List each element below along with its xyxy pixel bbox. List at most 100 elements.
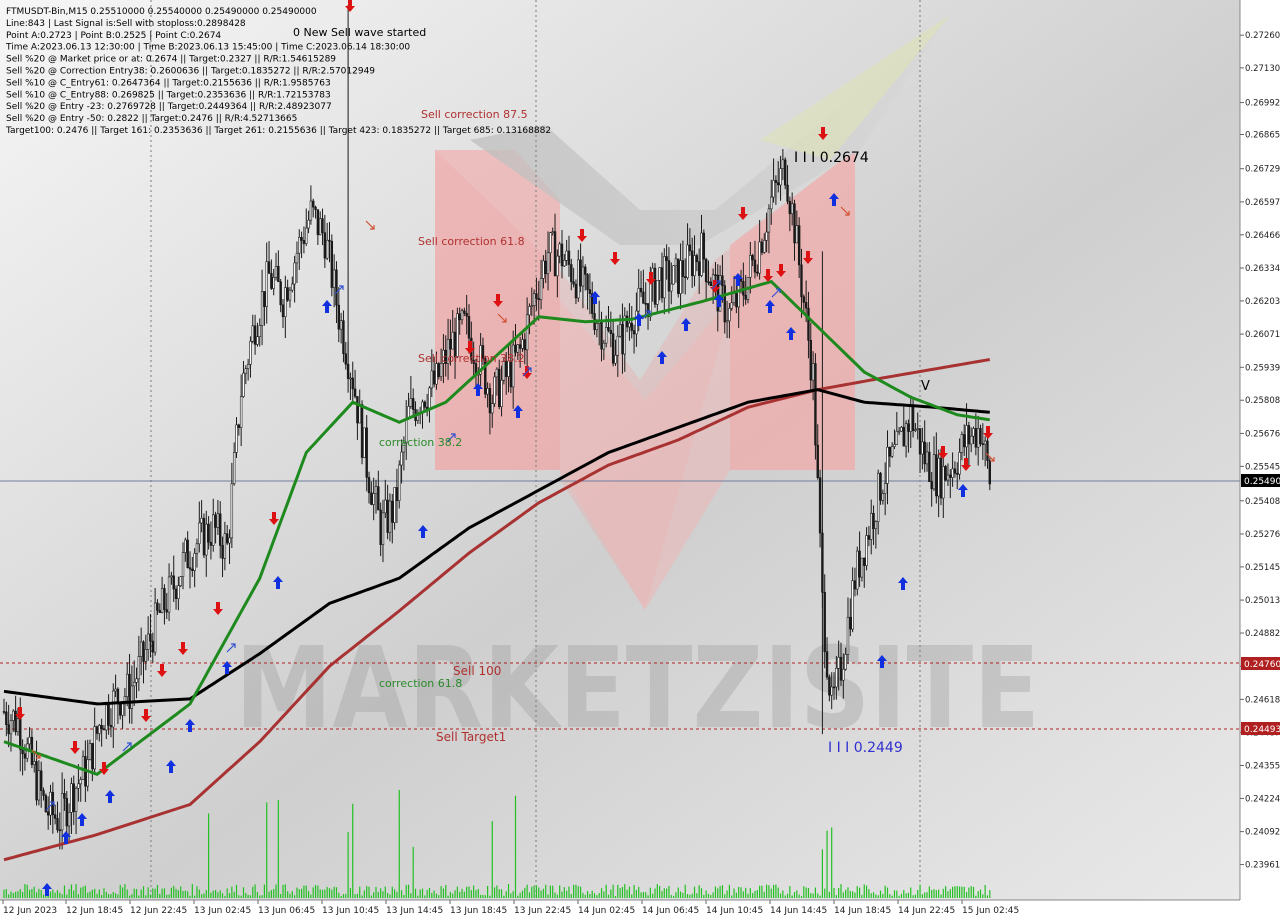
volume-bar — [324, 889, 326, 898]
volume-bar — [38, 888, 40, 898]
candle-body — [983, 440, 987, 445]
candle-body — [535, 293, 538, 299]
candle-body — [207, 523, 210, 543]
volume-bar — [477, 888, 479, 898]
candle-body — [86, 759, 89, 787]
volume-bar — [284, 884, 286, 898]
candle-body — [249, 340, 252, 365]
volume-bar — [173, 885, 175, 898]
volume-bar — [8, 894, 10, 898]
volume-bar — [298, 889, 300, 898]
candle-body — [139, 641, 143, 657]
candle-body — [656, 279, 659, 305]
volume-bar — [103, 888, 105, 898]
point-v-label: V — [921, 379, 930, 394]
candle-body — [337, 304, 340, 330]
volume-bar — [349, 888, 352, 898]
volume-bar — [940, 894, 942, 898]
time-tick-label: 15 Jun 02:45 — [962, 906, 1019, 916]
volume-bar — [459, 891, 461, 898]
volume-bar — [519, 892, 521, 898]
volume-bar — [359, 886, 361, 898]
candle-body — [672, 265, 675, 285]
volume-bar — [726, 890, 728, 898]
volume-bar — [461, 888, 463, 898]
volume-bar — [419, 889, 421, 898]
volume-bar — [119, 884, 121, 898]
candle-body — [916, 428, 919, 430]
volume-bar — [798, 894, 800, 898]
price-tick-label: 0.26865 — [1245, 130, 1280, 140]
candle-body — [830, 686, 833, 696]
volume-bar — [133, 888, 135, 898]
candle-body — [679, 260, 682, 294]
volume-bar — [366, 886, 368, 898]
sell-target1-label: Sell Target1 — [436, 730, 506, 744]
volume-bar — [631, 894, 633, 898]
volume-bar — [147, 887, 149, 898]
volume-bar — [449, 891, 451, 898]
candle-body — [174, 588, 178, 599]
candle-body — [732, 293, 736, 304]
volume-bar — [305, 885, 307, 898]
candle-body — [323, 232, 327, 259]
volume-bar — [817, 893, 819, 898]
candle-body — [130, 685, 134, 709]
info-line: Point A:0.2723 | Point B:0.2525 | Point … — [6, 31, 221, 41]
volume-bar — [842, 892, 844, 898]
price-chart[interactable]: MARKETZISITE 0 New Sell wave started Sel… — [0, 0, 1280, 920]
candle-body — [467, 315, 471, 339]
volume-bar — [619, 888, 621, 898]
candle-body — [144, 649, 148, 662]
volume-bar — [380, 888, 382, 898]
volume-bar — [182, 890, 184, 898]
volume-bar — [766, 884, 768, 898]
candle-body — [33, 761, 36, 765]
candle-body — [856, 550, 859, 590]
volume-bar — [382, 891, 384, 898]
volume-bar — [54, 892, 56, 898]
volume-bar — [935, 890, 937, 898]
volume-bar — [403, 895, 405, 898]
volume-bar — [514, 795, 517, 898]
candle-body — [625, 315, 629, 328]
candle-body — [609, 330, 613, 334]
candle-body — [681, 260, 685, 277]
volume-bar — [793, 892, 796, 898]
volume-bar — [326, 886, 328, 898]
candle-body — [146, 633, 150, 650]
volume-bar — [882, 893, 884, 898]
volume-bar — [263, 884, 265, 898]
volume-bar — [277, 799, 279, 898]
candle-body — [2, 711, 6, 713]
volume-bar — [654, 888, 656, 898]
volume-bar — [238, 895, 240, 898]
candle-body — [879, 472, 882, 501]
candle-body — [181, 552, 185, 577]
candle-body — [353, 388, 357, 397]
candle-body — [495, 368, 499, 378]
volume-bar — [3, 889, 5, 898]
volume-bar — [145, 895, 147, 898]
volume-bar — [335, 887, 338, 898]
volume-bar — [394, 889, 396, 898]
volume-bar — [280, 894, 282, 898]
volume-bar — [152, 888, 154, 898]
price-tick-label: 0.26597 — [1245, 198, 1280, 208]
candle-body — [930, 481, 933, 490]
candle-body — [5, 711, 8, 726]
volume-bar — [75, 884, 77, 898]
candle-body — [381, 512, 385, 545]
candle-body — [700, 232, 703, 276]
candle-body — [988, 460, 992, 485]
candle-body — [39, 770, 43, 791]
volume-bar — [352, 803, 354, 898]
volume-bar — [505, 891, 507, 898]
candle-body — [965, 425, 968, 448]
volume-bar — [342, 894, 345, 898]
volume-bar — [633, 885, 635, 898]
candle-body — [53, 814, 57, 819]
volume-bar — [59, 892, 61, 898]
candle-body — [772, 180, 775, 198]
volume-bar — [707, 893, 710, 898]
